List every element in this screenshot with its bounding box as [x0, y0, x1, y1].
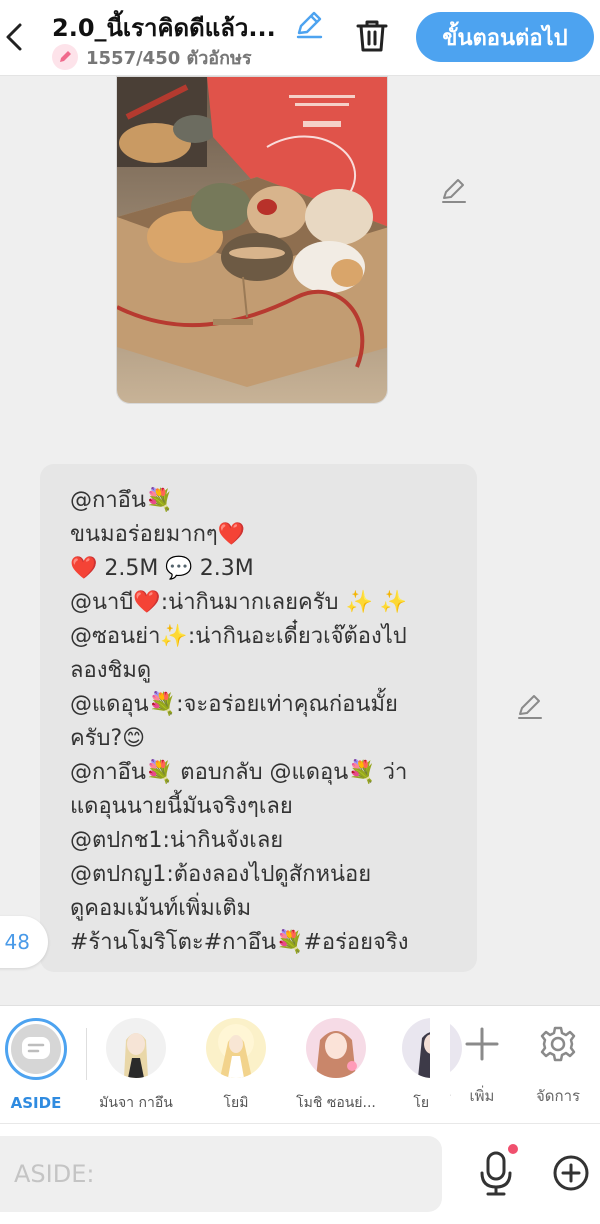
- post-line: ครับ?😊: [70, 726, 146, 751]
- post-line: @กาอึน💐: [70, 488, 174, 513]
- post-message-bubble[interactable]: @กาอึน💐 ขนมอร่อยมากๆ❤️ ❤️ 2.5M 💬 2.3M @น…: [40, 464, 477, 972]
- post-line: #ร้านโมริโตะ#กาอึน💐#อร่อยจริง: [70, 930, 409, 955]
- aside-narrator-button[interactable]: ASIDE: [4, 1018, 68, 1112]
- voice-input-button[interactable]: [474, 1148, 518, 1200]
- pencil-badge-icon: [52, 44, 78, 70]
- post-line: @แดอุน💐:จะอร่อยเท่าคุณก่อนมั้ย: [70, 692, 398, 717]
- manage-label: จัดการ: [535, 1087, 581, 1105]
- character-name: มันจา กาอึน: [99, 1095, 173, 1111]
- message-icon: [22, 1037, 50, 1059]
- plus-icon: [465, 1027, 499, 1061]
- post-line: @ตปกช1:น่ากินจังเลย: [70, 828, 284, 853]
- avatar: [206, 1018, 266, 1078]
- composer: [0, 1123, 600, 1224]
- post-line: แดอุนนายนี้มันจริงๆเลย: [70, 794, 293, 819]
- character-count: 1557/450 ตัวอักษร: [86, 47, 252, 69]
- top-bar: 2.0_นี้เราคิดดีแล้ว... 1557/450 ตัวอักษร…: [0, 0, 600, 76]
- edit-title-button[interactable]: [292, 8, 326, 40]
- post-line: ขนมอร่อยมากๆ❤️: [70, 522, 246, 547]
- add-character-button[interactable]: เพิ่ม: [450, 1022, 514, 1108]
- pencil-icon: [442, 179, 466, 203]
- notification-dot: [508, 1144, 518, 1154]
- add-label: เพิ่ม: [469, 1087, 495, 1105]
- character-item[interactable]: โมชิ ซอนย่...: [288, 1018, 384, 1114]
- plus-circle-icon: [553, 1155, 589, 1191]
- post-line: ลองชิมดู: [70, 658, 152, 683]
- character-name: โมชิ ซอนย่...: [296, 1095, 376, 1111]
- microphone-icon: [480, 1151, 512, 1196]
- pencil-icon: [296, 11, 323, 39]
- post-line: @ตปกญ1:ต้องลองไปดูสักหน่อย: [70, 862, 372, 887]
- divider: [86, 1028, 87, 1080]
- aside-avatar: [5, 1018, 67, 1080]
- next-step-button[interactable]: ขั้นตอนต่อไป: [416, 12, 594, 62]
- manage-characters-button[interactable]: จัดการ: [526, 1022, 590, 1108]
- aside-label: ASIDE: [10, 1094, 62, 1112]
- post-line: ดูคอมเม้นท์เพิ่มเติม: [70, 896, 252, 921]
- character-selector: ASIDE มันจา กาอึน โยมิ โมชิ ซอนย่... โยช…: [0, 1005, 600, 1123]
- gear-icon: [540, 1026, 576, 1062]
- post-line: ❤️ 2.5M 💬 2.3M: [70, 556, 254, 581]
- add-attachment-button[interactable]: [550, 1152, 592, 1194]
- character-name: โยมิ: [223, 1095, 249, 1111]
- avatar: [106, 1018, 166, 1078]
- back-button[interactable]: [0, 12, 28, 62]
- character-item[interactable]: โยมิ: [188, 1018, 284, 1114]
- pastry-box-image: [117, 77, 387, 403]
- list-edge-mask: [430, 1016, 450, 1116]
- avatar: [306, 1018, 366, 1078]
- story-title[interactable]: 2.0_นี้เราคิดดีแล้ว...: [52, 8, 290, 47]
- pencil-icon: [518, 695, 542, 719]
- photo-message[interactable]: [116, 76, 388, 404]
- message-input[interactable]: [0, 1136, 442, 1212]
- character-item[interactable]: มันจา กาอึน: [88, 1018, 184, 1114]
- edit-message-button[interactable]: [512, 688, 548, 724]
- post-line: @นาบี❤️:น่ากินมากเลยครับ ✨ ✨: [70, 590, 408, 615]
- edit-photo-button[interactable]: [436, 172, 472, 208]
- chevron-left-icon: [6, 23, 22, 51]
- post-line: @ซอนย่า✨:น่ากินอะเดี๋ยวเจ๊ต้องไป: [70, 624, 407, 649]
- character-count-row: 1557/450 ตัวอักษร: [52, 44, 252, 70]
- post-line: @กาอึน💐 ตอบกลับ @แดอุน💐 ว่า: [70, 760, 408, 785]
- trash-icon: [356, 20, 388, 52]
- delete-button[interactable]: [350, 14, 394, 58]
